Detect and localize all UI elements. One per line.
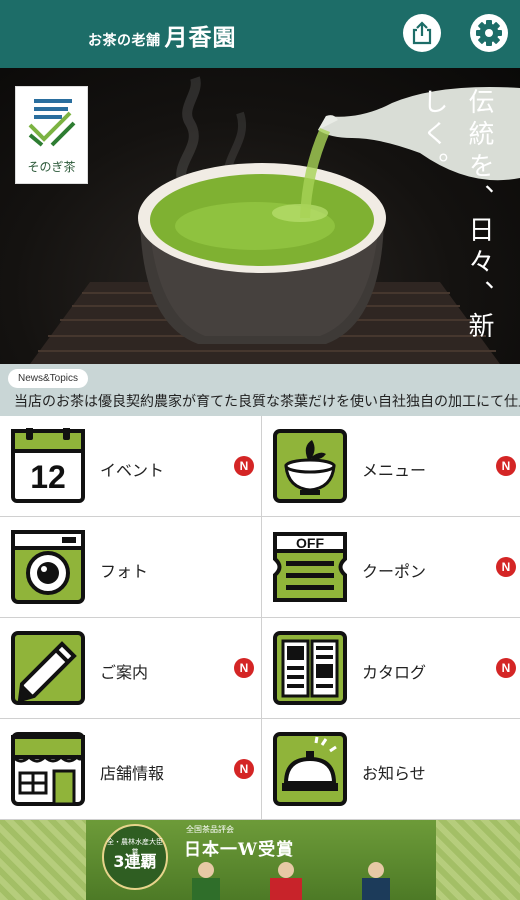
three-wins-badge: 全・農林水産大臣賞 3連覇	[102, 824, 168, 890]
news-ticker-text[interactable]: 当店のお茶は優良契約農家が育てた良質な茶葉だけを使い自社独自の加工にて仕上げてお…	[14, 391, 520, 411]
menu-label-coupon: クーポン	[362, 562, 427, 581]
brand-tagline: お茶の老舗	[88, 33, 161, 49]
menu-tile-photo[interactable]: フォト	[0, 517, 262, 618]
menu-label-notice: お知らせ	[362, 764, 426, 783]
menu-label-menu: メニュー	[362, 461, 427, 480]
calendar-icon: 12	[11, 428, 85, 503]
menu-label-guide: ご案内	[100, 663, 149, 682]
coupon-icon: OFF	[273, 532, 347, 602]
menu-tile-guide[interactable]: ご案内 N	[0, 618, 262, 719]
catalog-icon	[273, 631, 347, 705]
shop-icon	[11, 732, 85, 806]
brand-name: 月香園	[164, 24, 237, 51]
new-badge: N	[234, 658, 254, 678]
new-badge: N	[496, 658, 516, 678]
brand-logo: お茶の老舗 月香園	[88, 18, 237, 52]
menu-tile-menu[interactable]: メニュー N	[262, 416, 520, 517]
farmers-photo	[192, 862, 390, 900]
new-badge: N	[496, 557, 516, 577]
award-ad-banner[interactable]: 全・農林水産大臣賞 3連覇 全国茶品評会 日本一W受賞	[0, 820, 520, 900]
menu-grid: 12 イベント N メニュー N フォト OFF クーポン N ご案内 N カタ…	[0, 416, 520, 820]
sonogi-tea-logo: そのぎ茶	[15, 86, 88, 184]
coupon-off-text: OFF	[296, 535, 324, 551]
new-badge: N	[234, 759, 254, 779]
settings-button[interactable]	[470, 14, 508, 52]
award-main-text: 日本一W受賞	[184, 840, 295, 860]
service-bell-icon	[273, 732, 347, 806]
new-badge: N	[234, 456, 254, 476]
award-top-text: 全国茶品評会	[186, 825, 234, 834]
share-icon	[412, 21, 432, 45]
menu-tile-catalog[interactable]: カタログ N	[262, 618, 520, 719]
gear-icon	[476, 20, 502, 46]
app-header: お茶の老舗 月香園	[0, 0, 520, 68]
news-label: News&Topics	[8, 369, 89, 388]
calendar-day: 12	[30, 459, 66, 495]
tea-field-icon	[28, 99, 76, 147]
menu-tile-coupon[interactable]: OFF クーポン N	[262, 517, 520, 618]
tea-bowl-icon	[273, 429, 347, 503]
badge-main-text: 3連覇	[113, 852, 157, 871]
menu-tile-shop-info[interactable]: 店舗情報 N	[0, 719, 262, 820]
pencil-note-icon	[11, 631, 85, 705]
menu-label-catalog: カタログ	[362, 663, 427, 682]
logo-caption: そのぎ茶	[27, 160, 76, 174]
menu-label-photo: フォト	[100, 562, 149, 581]
camera-icon	[11, 530, 85, 604]
menu-tile-event[interactable]: 12 イベント N	[0, 416, 262, 517]
hero-slogan: 伝統を、日々、新しく。	[418, 88, 494, 344]
news-topics-bar[interactable]: News&Topics 当店のお茶は優良契約農家が育てた良質な茶葉だけを使い自社…	[0, 364, 520, 416]
new-badge: N	[496, 456, 516, 476]
menu-tile-notice[interactable]: お知らせ	[262, 719, 520, 820]
menu-label-event: イベント	[100, 461, 165, 480]
hero-banner: そのぎ茶 伝統を、日々、新しく。	[0, 68, 520, 364]
share-button[interactable]	[403, 14, 441, 52]
award-banner-image: 全・農林水産大臣賞 3連覇 全国茶品評会 日本一W受賞	[86, 820, 436, 900]
menu-label-shop-info: 店舗情報	[100, 764, 165, 783]
